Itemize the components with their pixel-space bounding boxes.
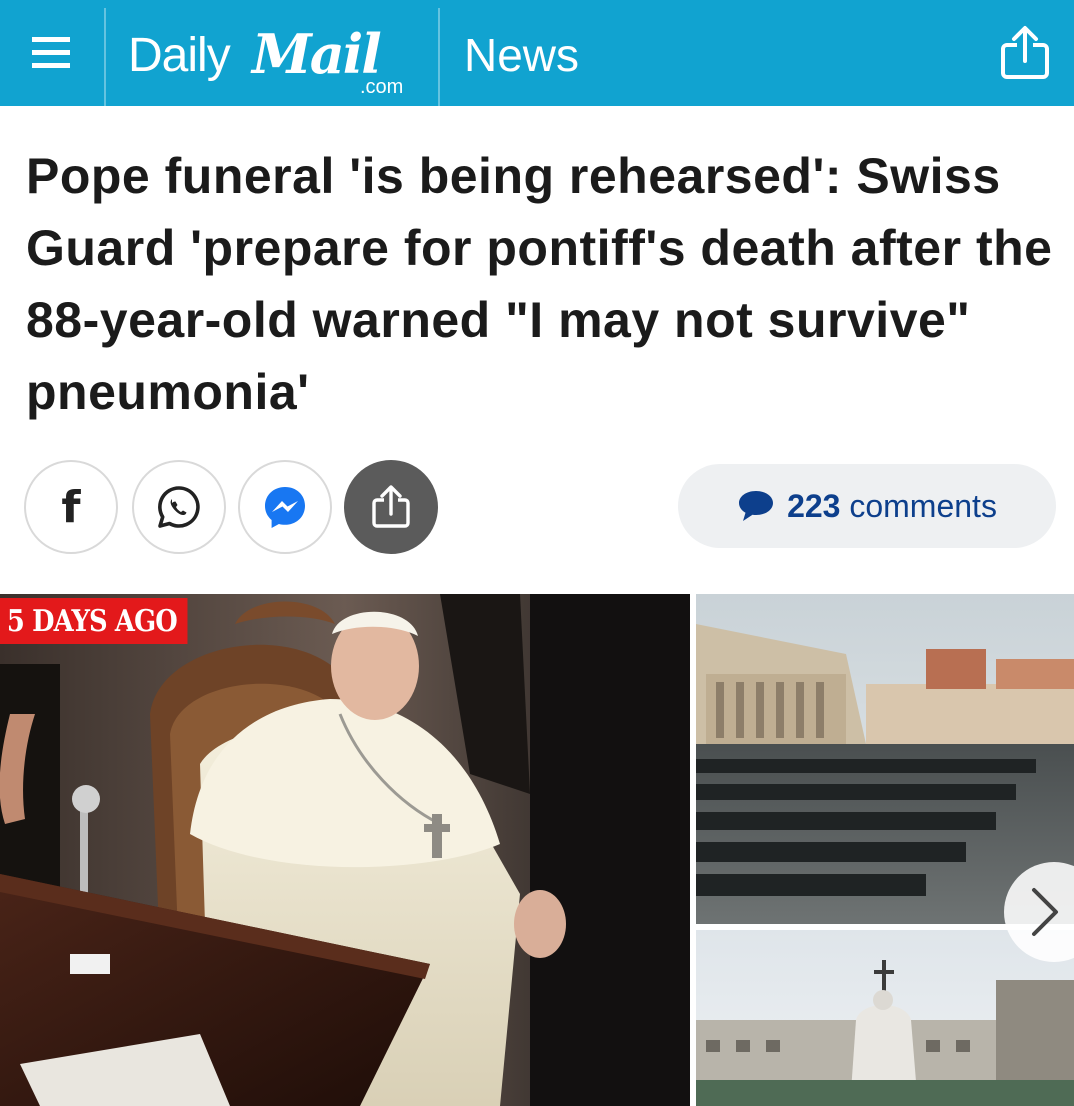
article-headline: Pope funeral 'is being rehearsed': Swiss… — [26, 148, 1053, 420]
share-icon — [372, 485, 410, 528]
main-photo[interactable]: 5 DAYS AGO — [0, 594, 690, 1106]
hamburger-menu-icon — [32, 37, 70, 68]
share-row: f 223 comments — [24, 458, 1064, 554]
comments-button[interactable]: 223 comments — [678, 464, 1056, 548]
side-photo-statue[interactable] — [696, 930, 1074, 1106]
menu-button[interactable] — [22, 28, 80, 78]
daily-mail-logo[interactable]: Daily Mail .com — [128, 14, 428, 100]
facebook-share-button[interactable]: f — [24, 460, 118, 554]
comments-count: 223 — [787, 487, 841, 524]
top-bar: Daily Mail .com News — [0, 0, 1074, 106]
whatsapp-share-button[interactable] — [132, 460, 226, 554]
more-share-button[interactable] — [344, 460, 438, 554]
logo-com-text: .com — [360, 76, 404, 98]
pope-seated-photo — [0, 594, 690, 1106]
share-icon — [1001, 26, 1049, 79]
comments-label: comments — [849, 487, 997, 524]
st-peters-square-photo — [696, 594, 1074, 924]
side-photo-square-chairs[interactable] — [696, 594, 1074, 924]
chevron-right-icon — [1032, 888, 1058, 936]
logo-daily-text: Daily — [128, 29, 231, 82]
whatsapp-icon — [158, 486, 200, 528]
facebook-icon: f — [61, 481, 81, 533]
header-share-button[interactable] — [996, 24, 1054, 82]
comments-text: 223 comments — [787, 488, 997, 525]
header-divider — [438, 8, 440, 106]
time-ago-badge: 5 DAYS AGO — [0, 598, 188, 644]
messenger-share-button[interactable] — [238, 460, 332, 554]
speech-bubble-icon — [739, 491, 774, 521]
messenger-icon — [265, 487, 305, 528]
section-title[interactable]: News — [464, 28, 579, 82]
header-divider — [104, 8, 106, 106]
image-gallery: 5 DAYS AGO — [0, 594, 1074, 1106]
statue-photo — [696, 930, 1074, 1106]
